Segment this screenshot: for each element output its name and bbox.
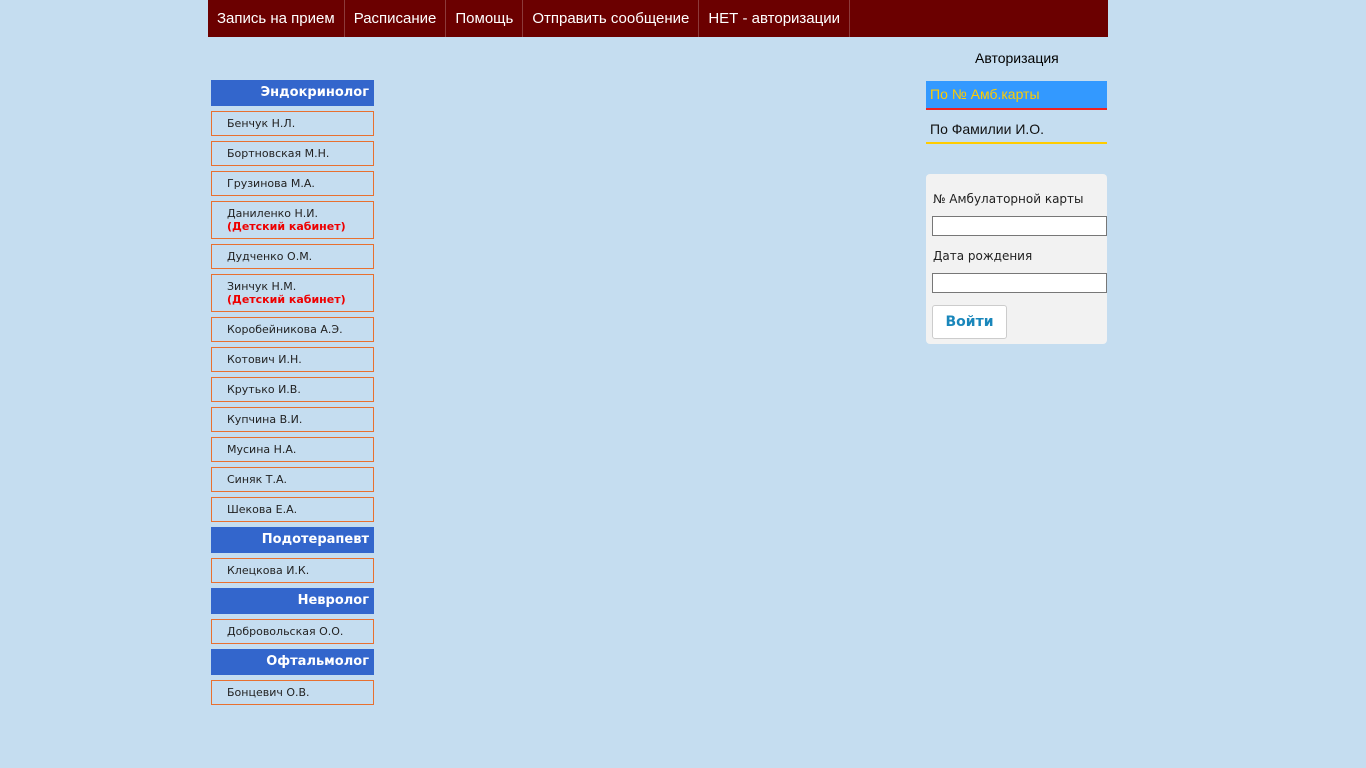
card-number-label: № Амбулаторной карты <box>933 192 1084 206</box>
doctor-item[interactable]: Крутько И.В. <box>211 377 374 402</box>
top-navigation: Запись на прием Расписание Помощь Отправ… <box>208 0 1108 37</box>
doctor-name: Зинчук Н.М. <box>227 280 297 293</box>
doctor-name: Клецкова И.К. <box>227 564 310 577</box>
category-header-podotherapist: Подотерапевт <box>211 527 374 553</box>
doctor-name: Синяк Т.А. <box>227 473 288 486</box>
doctor-name: Котович И.Н. <box>227 353 302 366</box>
tab-by-surname[interactable]: По Фамилии И.О. <box>926 110 1107 144</box>
auth-tabs: По № Амб.карты По Фамилии И.О. <box>926 81 1107 144</box>
doctor-item[interactable]: Даниленко Н.И. (Детский кабинет) <box>211 201 374 239</box>
doctor-name: Бортновская М.Н. <box>227 147 330 160</box>
doctor-item[interactable]: Клецкова И.К. <box>211 558 374 583</box>
doctor-item[interactable]: Котович И.Н. <box>211 347 374 372</box>
doctor-name: Крутько И.В. <box>227 383 301 396</box>
doctor-name: Даниленко Н.И. <box>227 207 319 220</box>
nav-item-help[interactable]: Помощь <box>446 0 524 37</box>
doctor-item[interactable]: Зинчук Н.М. (Детский кабинет) <box>211 274 374 312</box>
nav-item-schedule[interactable]: Расписание <box>345 0 447 37</box>
category-header-neurologist: Невролог <box>211 588 374 614</box>
doctor-name: Шекова Е.А. <box>227 503 298 516</box>
doctor-note: (Детский кабинет) <box>227 293 346 306</box>
doctor-name: Добровольская О.О. <box>227 625 344 638</box>
auth-form: № Амбулаторной карты Дата рождения Войти <box>926 174 1107 344</box>
doctor-sidebar: Эндокринолог Бенчук Н.Л. Бортновская М.Н… <box>211 80 374 710</box>
doctor-name: Коробейникова А.Э. <box>227 323 343 336</box>
card-number-input[interactable] <box>932 216 1107 236</box>
doctor-item[interactable]: Бенчук Н.Л. <box>211 111 374 136</box>
doctor-item[interactable]: Бортновская М.Н. <box>211 141 374 166</box>
doctor-item[interactable]: Добровольская О.О. <box>211 619 374 644</box>
nav-item-appointment[interactable]: Запись на прием <box>208 0 345 37</box>
doctor-item[interactable]: Мусина Н.А. <box>211 437 374 462</box>
doctor-item[interactable]: Грузинова М.А. <box>211 171 374 196</box>
auth-title: Авторизация <box>975 50 1059 66</box>
doctor-name: Купчина В.И. <box>227 413 303 426</box>
category-header-ophthalmologist: Офтальмолог <box>211 649 374 675</box>
doctor-note: (Детский кабинет) <box>227 220 346 233</box>
doctor-item[interactable]: Дудченко О.М. <box>211 244 374 269</box>
doctor-name: Бенчук Н.Л. <box>227 117 296 130</box>
birth-date-input[interactable] <box>932 273 1107 293</box>
doctor-name: Мусина Н.А. <box>227 443 297 456</box>
doctor-name: Дудченко О.М. <box>227 250 313 263</box>
doctor-name: Бонцевич О.В. <box>227 686 310 699</box>
category-header-endocrinologist: Эндокринолог <box>211 80 374 106</box>
nav-item-send-message[interactable]: Отправить сообщение <box>523 0 700 37</box>
doctor-item[interactable]: Бонцевич О.В. <box>211 680 374 705</box>
doctor-name: Грузинова М.А. <box>227 177 315 190</box>
doctor-item[interactable]: Купчина В.И. <box>211 407 374 432</box>
doctor-item[interactable]: Синяк Т.А. <box>211 467 374 492</box>
tab-by-card-number[interactable]: По № Амб.карты <box>926 81 1107 110</box>
nav-item-auth-status[interactable]: НЕТ - авторизации <box>699 0 850 37</box>
login-button[interactable]: Войти <box>932 305 1007 339</box>
doctor-item[interactable]: Шекова Е.А. <box>211 497 374 522</box>
doctor-item[interactable]: Коробейникова А.Э. <box>211 317 374 342</box>
birth-date-label: Дата рождения <box>933 249 1033 263</box>
